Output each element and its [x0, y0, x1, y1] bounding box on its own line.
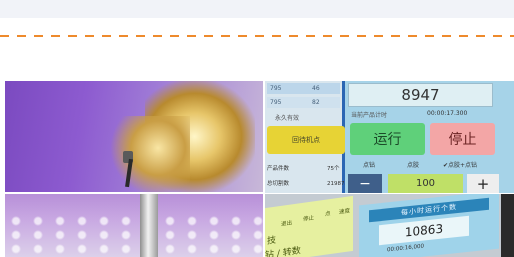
counter-display: 8947	[348, 83, 493, 107]
panel2-right-section: 每小时运行个数 10863 00:00:16,000	[359, 194, 499, 257]
total-label: 总切割数	[267, 181, 290, 187]
control-panel-photo: 795 46 795 82 永久有效 回待机点 产品件数 75个 总切割数 21…	[265, 81, 514, 193]
option-glue[interactable]: 点胶	[407, 160, 419, 169]
gold-ornament-detail	[110, 116, 190, 192]
tab-label: 停止	[303, 215, 315, 223]
home-button[interactable]: 回待机点	[267, 126, 345, 154]
metal-rod	[140, 194, 158, 257]
option-drill[interactable]: 点钻	[363, 160, 375, 169]
top-bar	[0, 0, 514, 18]
quantity-field[interactable]: 100	[388, 174, 463, 193]
panel2-left-section: 技 退出 停止 点 速度 钻 / 转数	[265, 195, 353, 257]
tab-label: 技	[267, 235, 277, 247]
crystal-pattern	[5, 214, 263, 257]
monitor-frame	[501, 194, 514, 257]
option-glue-drill[interactable]: ✔点胶+点钻	[443, 160, 477, 169]
license-label: 永久有效	[275, 115, 300, 122]
increment-button[interactable]: +	[467, 174, 499, 193]
gold-jewelry-photo	[5, 81, 263, 192]
count-label: 产品件数	[267, 166, 290, 172]
timer-label: 当前产品计时	[351, 112, 388, 119]
row-value: 82	[312, 99, 320, 106]
tab-label: 速度	[339, 208, 351, 216]
panel-left-section: 795 46 795 82 永久有效 回待机点 产品件数 75个 总切割数 21…	[265, 81, 350, 193]
panel2-time: 00:00:16,000	[387, 243, 424, 254]
second-panel-photo: 技 退出 停止 点 速度 钻 / 转数 每小时运行个数 10863 00:00:…	[265, 194, 514, 257]
panel2-header: 每小时运行个数	[369, 197, 489, 223]
tab-label: 点	[325, 210, 331, 218]
panel-row: 795 46	[267, 83, 340, 94]
stop-button[interactable]: 停止	[430, 123, 495, 155]
crystal-tray-photo	[5, 194, 263, 257]
tab-label: 退出	[281, 220, 293, 228]
total-row: 总切割数 21987颗	[267, 179, 350, 187]
run-button[interactable]: 运行	[350, 123, 425, 155]
decrement-button[interactable]: −	[348, 174, 382, 193]
panel2-value: 10863	[379, 215, 469, 246]
panel-right-section: 8947 当前产品计时 00:00:17.300 运行 停止 点钻 点胶 ✔点胶…	[345, 81, 514, 193]
dashed-divider	[0, 35, 514, 37]
row-value: 46	[312, 85, 320, 92]
count-value: 75个	[327, 166, 340, 172]
timer-value: 00:00:17.300	[427, 110, 468, 117]
panel-row: 795 82	[267, 97, 340, 108]
row-value: 795	[270, 85, 282, 92]
count-row: 产品件数 75个	[267, 164, 340, 172]
row-value: 795	[270, 99, 282, 106]
